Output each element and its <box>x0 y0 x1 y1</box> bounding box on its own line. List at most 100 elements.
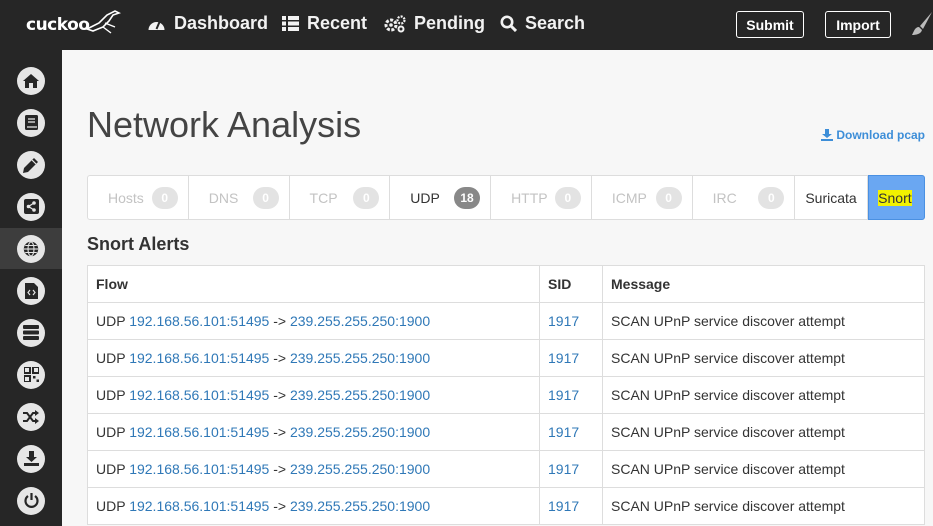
nav-search[interactable]: Search <box>500 13 585 34</box>
sidebar-item-home[interactable] <box>0 60 62 101</box>
sidebar-item-summary[interactable] <box>0 102 62 143</box>
top-navbar: cuckoo Dashboard Recent Pending Search S… <box>0 0 933 50</box>
paintbrush-icon[interactable] <box>910 12 933 38</box>
nav-pending[interactable]: Pending <box>384 13 485 34</box>
source-address-link[interactable]: 192.168.56.101:51495 <box>129 424 269 440</box>
server-icon <box>23 325 39 340</box>
tab-suricata[interactable]: Suricata <box>795 176 869 219</box>
globe-icon <box>23 240 39 257</box>
count-badge: 0 <box>151 187 178 209</box>
sid-link[interactable]: 1917 <box>548 313 579 329</box>
table-header-row: Flow SID Message <box>87 265 925 303</box>
page-title: Network Analysis <box>87 104 362 145</box>
protocol: UDP <box>96 350 126 366</box>
destination-address-link[interactable]: 239.255.255.250:1900 <box>290 313 430 329</box>
message-cell: SCAN UPnP service discover attempt <box>602 413 925 451</box>
flow-arrow: -> <box>273 498 287 514</box>
cuckoo-logo[interactable]: cuckoo <box>26 9 122 41</box>
table-row: UDP 192.168.56.101:51495 -> 239.255.255.… <box>87 450 925 488</box>
tab-icmp[interactable]: ICMP 0 <box>592 176 693 219</box>
column-header-sid: SID <box>539 265 603 303</box>
protocol: UDP <box>96 461 126 477</box>
file-code-icon <box>24 282 38 299</box>
sid-link[interactable]: 1917 <box>548 424 579 440</box>
tab-dns[interactable]: DNS 0 <box>189 176 290 219</box>
flow-arrow: -> <box>273 313 287 329</box>
flow-cell: UDP 192.168.56.101:51495 -> 239.255.255.… <box>87 487 540 525</box>
tab-label: DNS <box>208 189 239 206</box>
tab-label: Hosts <box>108 189 144 206</box>
source-address-link[interactable]: 192.168.56.101:51495 <box>129 461 269 477</box>
nav-dashboard[interactable]: Dashboard <box>147 13 268 34</box>
sid-link[interactable]: 1917 <box>548 498 579 514</box>
pencil-icon <box>23 157 38 173</box>
sidebar-item-process-memory[interactable] <box>0 312 62 353</box>
tab-irc[interactable]: IRC 0 <box>693 176 796 219</box>
dashboard-icon <box>148 21 165 30</box>
sid-link[interactable]: 1917 <box>548 387 579 403</box>
flow-cell: UDP 192.168.56.101:51495 -> 239.255.255.… <box>87 302 540 340</box>
sid-cell: 1917 <box>539 376 603 414</box>
table-row: UDP 192.168.56.101:51495 -> 239.255.255.… <box>87 339 925 377</box>
count-badge: 0 <box>252 187 279 209</box>
tab-hosts[interactable]: Hosts 0 <box>88 176 189 219</box>
list-icon <box>282 16 299 31</box>
destination-address-link[interactable]: 239.255.255.250:1900 <box>290 387 430 403</box>
source-address-link[interactable]: 192.168.56.101:51495 <box>129 313 269 329</box>
flow-arrow: -> <box>273 424 287 440</box>
sidebar-item-export[interactable] <box>0 438 62 479</box>
source-address-link[interactable]: 192.168.56.101:51495 <box>129 498 269 514</box>
source-address-link[interactable]: 192.168.56.101:51495 <box>129 387 269 403</box>
tab-http[interactable]: HTTP 0 <box>491 176 592 219</box>
nav-search-label: Search <box>525 13 586 33</box>
source-address-link[interactable]: 192.168.56.101:51495 <box>129 350 269 366</box>
message-cell: SCAN UPnP service discover attempt <box>602 487 925 525</box>
flow-cell: UDP 192.168.56.101:51495 -> 239.255.255.… <box>87 450 540 488</box>
count-badge: 0 <box>353 187 380 209</box>
nav-pending-label: Pending <box>414 13 485 33</box>
protocol: UDP <box>96 498 126 514</box>
flow-arrow: -> <box>273 461 287 477</box>
destination-address-link[interactable]: 239.255.255.250:1900 <box>290 461 430 477</box>
message-cell: SCAN UPnP service discover attempt <box>602 376 925 414</box>
power-icon <box>23 493 39 508</box>
sid-cell: 1917 <box>539 450 603 488</box>
submit-button[interactable]: Submit <box>736 11 804 38</box>
destination-address-link[interactable]: 239.255.255.250:1900 <box>290 424 430 440</box>
import-button[interactable]: Import <box>825 11 891 38</box>
sid-cell: 1917 <box>539 339 603 377</box>
destination-address-link[interactable]: 239.255.255.250:1900 <box>290 498 430 514</box>
qrcode-icon <box>23 367 39 382</box>
section-title: Snort Alerts <box>87 234 190 254</box>
protocol: UDP <box>96 387 126 403</box>
home-icon <box>23 73 39 88</box>
column-header-flow: Flow <box>87 265 540 303</box>
protocol: UDP <box>96 424 126 440</box>
destination-address-link[interactable]: 239.255.255.250:1900 <box>290 350 430 366</box>
sidebar-item-static[interactable] <box>0 144 62 185</box>
sid-link[interactable]: 1917 <box>548 350 579 366</box>
nav-recent[interactable]: Recent <box>282 13 367 34</box>
sidebar-item-behavior[interactable] <box>0 186 62 227</box>
flow-cell: UDP 192.168.56.101:51495 -> 239.255.255.… <box>87 376 540 414</box>
sidebar-item-dropped[interactable] <box>0 270 62 311</box>
sidebar-item-compare[interactable] <box>0 396 62 437</box>
tab-tcp[interactable]: TCP 0 <box>290 176 391 219</box>
download-pcap-link[interactable]: Download pcap <box>821 128 925 142</box>
tab-label: Suricata <box>805 189 857 206</box>
sidebar-item-network[interactable] <box>0 228 62 269</box>
sid-link[interactable]: 1917 <box>548 461 579 477</box>
shuffle-icon <box>23 409 39 424</box>
tab-label: HTTP <box>511 189 548 206</box>
flow-arrow: -> <box>273 387 287 403</box>
sidebar-item-memory[interactable] <box>0 354 62 395</box>
table-row: UDP 192.168.56.101:51495 -> 239.255.255.… <box>87 302 925 340</box>
cogs-icon <box>384 14 406 32</box>
tab-snort[interactable]: Snort <box>868 175 926 220</box>
sid-cell: 1917 <box>539 413 603 451</box>
tab-udp[interactable]: UDP 18 <box>390 176 492 219</box>
tab-label: Snort <box>878 189 912 206</box>
sidebar-item-reboot[interactable] <box>0 480 62 521</box>
flow-cell: UDP 192.168.56.101:51495 -> 239.255.255.… <box>87 413 540 451</box>
download-icon <box>821 129 834 141</box>
